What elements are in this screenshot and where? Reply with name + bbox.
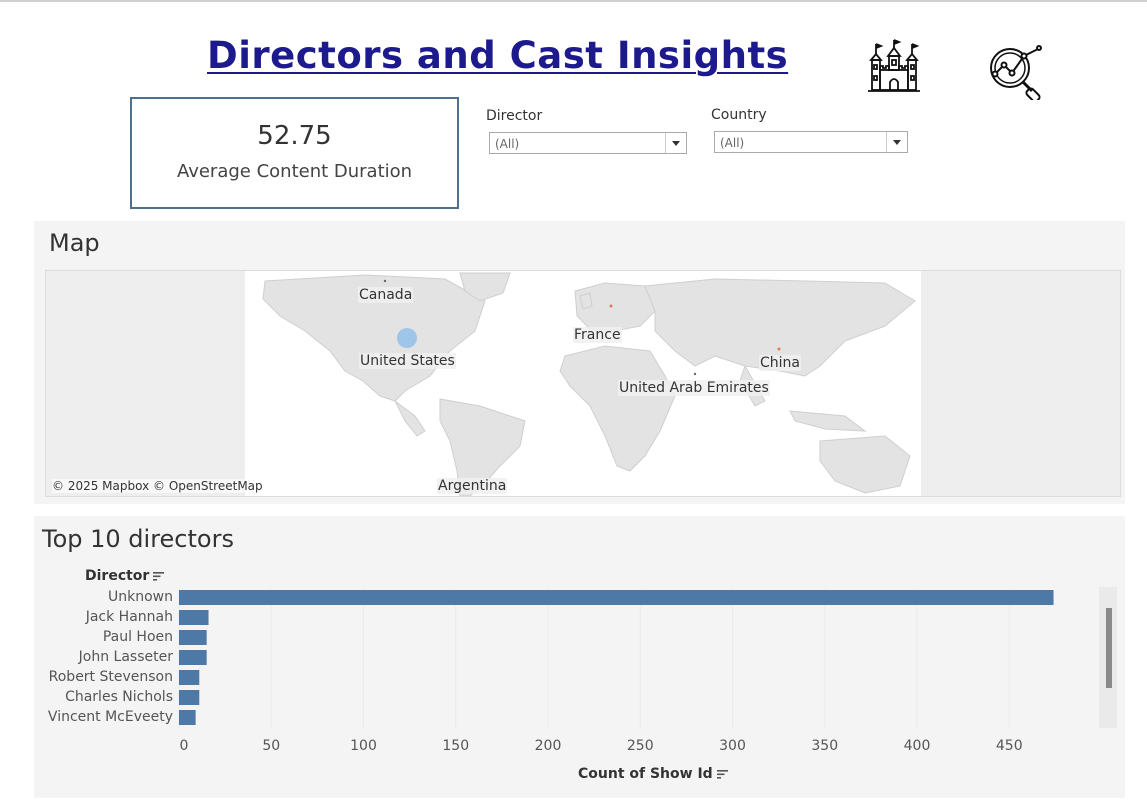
x-tick-label: 450 [995,738,1023,754]
x-tick-label: 150 [442,738,470,754]
bar[interactable] [179,690,200,705]
bar-chart [178,588,1054,728]
x-tick-label: 250 [626,738,654,754]
bar[interactable] [179,650,207,665]
chart-scrollbar-thumb[interactable] [1106,608,1112,688]
x-tick-label: 300 [719,738,746,754]
x-axis-title-text: Count of Show Id [578,766,713,782]
bar[interactable] [179,610,209,625]
x-tick-label: 0 [179,738,189,754]
x-tick-label: 200 [534,738,562,754]
bar[interactable] [179,630,207,645]
bar[interactable] [179,670,200,685]
sort-icon[interactable] [716,769,728,779]
x-axis-title[interactable]: Count of Show Id [578,766,728,782]
x-tick-label: 50 [262,738,281,754]
x-tick-label: 400 [903,738,931,754]
bar[interactable] [179,590,1054,605]
bar[interactable] [179,710,196,725]
x-tick-label: 100 [350,738,377,754]
x-tick-label: 350 [811,738,839,754]
